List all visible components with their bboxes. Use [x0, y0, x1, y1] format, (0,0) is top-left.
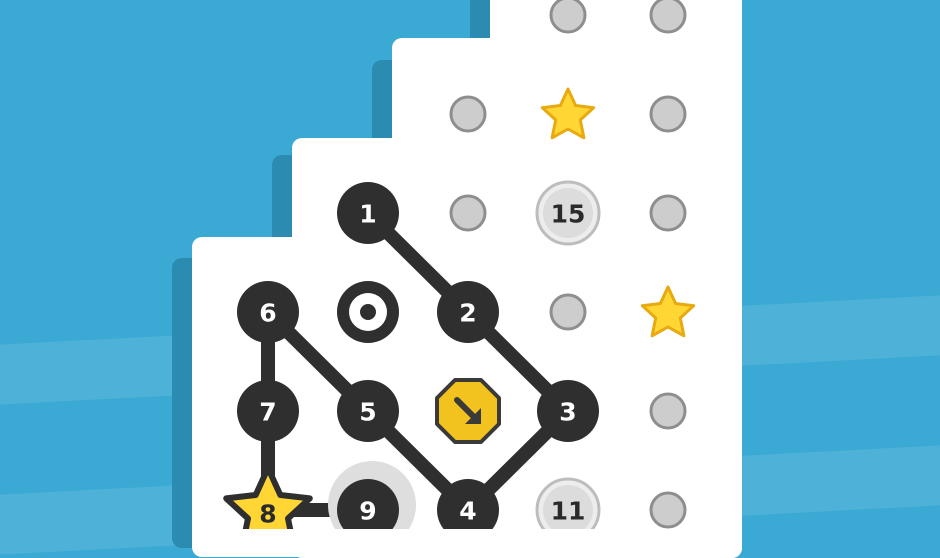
empty-dot[interactable] [549, 293, 587, 331]
target-icon[interactable] [337, 281, 399, 343]
path-node-2[interactable]: 2 [437, 281, 499, 343]
direction-arrow-icon[interactable] [435, 378, 501, 444]
path-node-8-star[interactable]: 8 [223, 465, 313, 529]
puzzle-board: 15 11 1 2 3 4 5 6 7 8 9 [223, 0, 696, 529]
path-node-label: 6 [259, 299, 276, 328]
bonus-node-label: 15 [551, 200, 586, 229]
path-node-label: 9 [359, 497, 376, 526]
bonus-node-label: 11 [551, 497, 586, 526]
path-node-label: 1 [359, 200, 376, 229]
empty-dot[interactable] [649, 95, 687, 133]
path-node-label: 2 [459, 299, 476, 328]
path-node-label: 4 [459, 497, 476, 526]
empty-dot[interactable] [649, 392, 687, 430]
path-node-3[interactable]: 3 [537, 380, 599, 442]
path-node-6[interactable]: 6 [237, 281, 299, 343]
bonus-node-15[interactable]: 15 [535, 180, 601, 246]
path-node-7[interactable]: 7 [237, 380, 299, 442]
star-icon[interactable] [540, 87, 596, 140]
path-node-1[interactable]: 1 [337, 182, 399, 244]
bonus-node-11[interactable]: 11 [535, 477, 601, 529]
path-node-label: 5 [359, 398, 376, 427]
empty-dot[interactable] [649, 0, 687, 34]
empty-dots [449, 0, 687, 529]
path-node-label: 7 [259, 398, 276, 427]
path-node-5[interactable]: 5 [337, 380, 399, 442]
empty-dot[interactable] [649, 194, 687, 232]
empty-dot[interactable] [449, 95, 487, 133]
empty-dot[interactable] [449, 194, 487, 232]
empty-dot[interactable] [549, 0, 587, 34]
path-lines [261, 206, 575, 517]
empty-dot[interactable] [649, 491, 687, 529]
path-node-label: 8 [259, 500, 276, 529]
star-icon[interactable] [640, 285, 696, 338]
path-node-label: 3 [559, 398, 576, 427]
